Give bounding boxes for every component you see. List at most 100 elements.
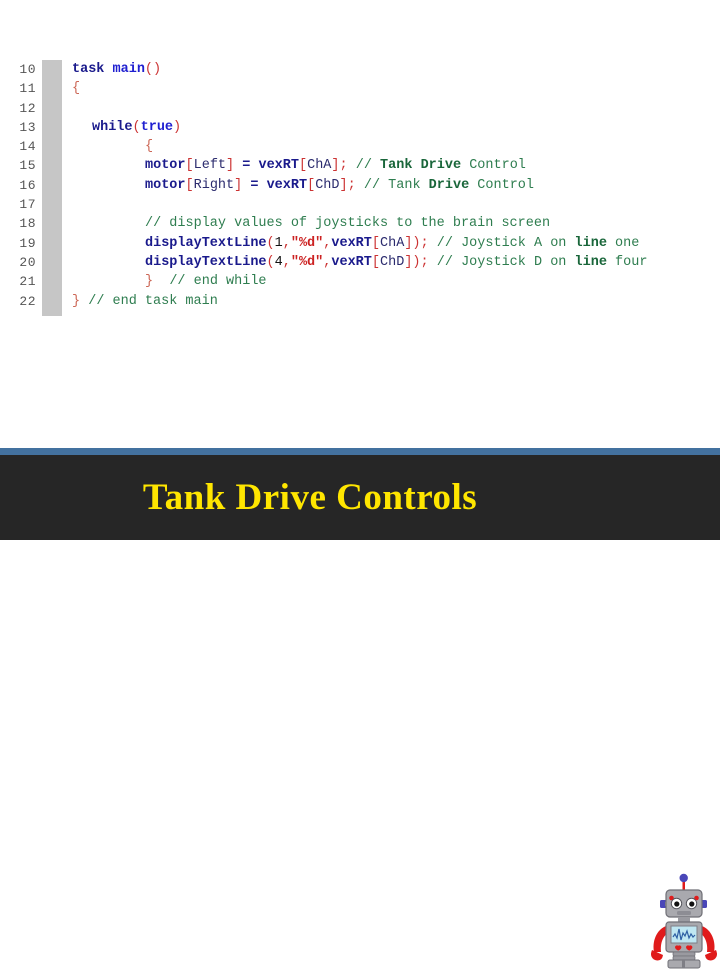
code-line[interactable]: 12 xyxy=(0,99,720,118)
comment-word-joystick: Joystick xyxy=(461,235,526,251)
token-close-paren: ) xyxy=(173,119,182,135)
token-format-string: "%d" xyxy=(290,254,324,270)
comment-word-drive: Drive xyxy=(428,177,470,193)
code-line[interactable]: 13 while(true) xyxy=(0,118,720,137)
token-displaytextline: displayTextLine xyxy=(145,235,267,251)
code-line[interactable]: 18 // display values of joysticks to the… xyxy=(0,214,720,233)
token-vexrt: vexRT xyxy=(266,177,308,193)
comment-word-channel: A xyxy=(533,235,543,251)
token-motor: motor xyxy=(145,177,186,193)
token-open-bracket: [ xyxy=(371,254,380,270)
code-line[interactable]: 11 { xyxy=(0,79,720,98)
token-motor: motor xyxy=(145,158,186,174)
code-line-text: { xyxy=(145,137,153,156)
comment-word-tank: Tank xyxy=(380,158,413,174)
token-semicolon: ; xyxy=(347,177,356,193)
line-number: 11 xyxy=(19,81,36,97)
banner-background: Tank Drive Controls xyxy=(0,455,720,540)
code-line[interactable]: 19 displayTextLine(1,"%d",vexRT[ChA]); /… xyxy=(0,234,720,253)
token-close-bracket: ] xyxy=(339,177,348,193)
token-open-paren: ( xyxy=(266,235,275,251)
banner-accent-stripe xyxy=(0,448,720,455)
bottom-banner: Tank Drive Controls xyxy=(0,430,720,969)
code-line[interactable]: 20 displayTextLine(4,"%d",vexRT[ChD]); /… xyxy=(0,253,720,272)
token-semicolon: ; xyxy=(420,235,429,251)
comment-end-while: // end while xyxy=(169,274,267,290)
token-semicolon: ; xyxy=(420,254,429,270)
code-line-text: motor[Right] = vexRT[ChD]; // Tank Drive… xyxy=(145,176,534,195)
token-open-paren: ( xyxy=(144,62,154,77)
token-close-paren: ) xyxy=(412,235,421,251)
comment-word-drive: Drive xyxy=(420,158,462,174)
code-line[interactable]: 22 } // end task main xyxy=(0,292,720,311)
code-line-text: task main() xyxy=(72,60,161,79)
comment-word-ordinal: one xyxy=(615,235,640,251)
line-number: 17 xyxy=(19,197,36,213)
comment-slashes: // xyxy=(355,158,372,174)
code-line[interactable]: 14 { xyxy=(0,137,720,156)
code-listing[interactable]: 10 task main() 11 { 12 13 while(true) 14… xyxy=(0,60,720,316)
comment-word-line: line xyxy=(574,235,607,251)
token-channel-cha: ChA xyxy=(307,158,332,174)
line-number: 21 xyxy=(19,274,36,290)
line-number: 20 xyxy=(19,254,36,270)
code-line-text: while(true) xyxy=(92,118,181,137)
comment-word-joystick: Joystick xyxy=(461,254,526,270)
token-channel-cha: ChA xyxy=(380,235,405,251)
token-open-paren: ( xyxy=(266,254,275,270)
code-line[interactable]: 17 xyxy=(0,195,720,214)
code-line[interactable]: 15 motor[Left] = vexRT[ChA]; // Tank Dri… xyxy=(0,156,720,175)
token-vexrt: vexRT xyxy=(331,254,372,270)
comment-word-control: Control xyxy=(477,177,535,193)
code-line-text: } // end task main xyxy=(72,292,218,311)
line-number: 14 xyxy=(19,139,36,155)
token-open-bracket: [ xyxy=(185,177,194,193)
token-vexrt: vexRT xyxy=(331,235,372,251)
line-number: 22 xyxy=(19,293,36,309)
token-arg-line-number: 1 xyxy=(274,235,283,251)
comment-word-on: on xyxy=(550,235,567,251)
code-line[interactable]: 10 task main() xyxy=(0,60,720,79)
code-line[interactable]: 21 } // end while xyxy=(0,272,720,291)
comment-word-ordinal: four xyxy=(615,254,648,270)
token-close-bracket: ] xyxy=(331,158,340,174)
token-close-brace: } xyxy=(145,274,154,290)
code-line-text: } // end while xyxy=(145,272,267,291)
token-open-paren: ( xyxy=(132,119,141,135)
code-line-text: displayTextLine(1,"%d",vexRT[ChA]); // J… xyxy=(145,234,639,253)
code-editor-pane[interactable]: 10 task main() 11 { 12 13 while(true) 14… xyxy=(0,0,720,430)
code-line[interactable]: 16 motor[Right] = vexRT[ChD]; // Tank Dr… xyxy=(0,176,720,195)
token-port-right: Right xyxy=(193,177,235,193)
token-displaytextline: displayTextLine xyxy=(145,254,267,270)
token-open-bracket: [ xyxy=(298,158,308,174)
token-arg-line-number: 4 xyxy=(274,254,283,270)
token-close-paren: ) xyxy=(412,254,421,270)
token-open-brace: { xyxy=(72,81,81,97)
token-open-bracket: [ xyxy=(185,158,194,174)
token-channel-chd: ChD xyxy=(380,254,405,270)
comment-slashes: // xyxy=(363,177,381,193)
comment-slashes: // xyxy=(436,235,453,251)
code-line-text: displayTextLine(4,"%d",vexRT[ChD]); // J… xyxy=(145,253,647,272)
code-line-text: // display values of joysticks to the br… xyxy=(145,214,550,233)
comment-word-control: Control xyxy=(469,158,526,174)
token-comma: , xyxy=(282,254,291,270)
